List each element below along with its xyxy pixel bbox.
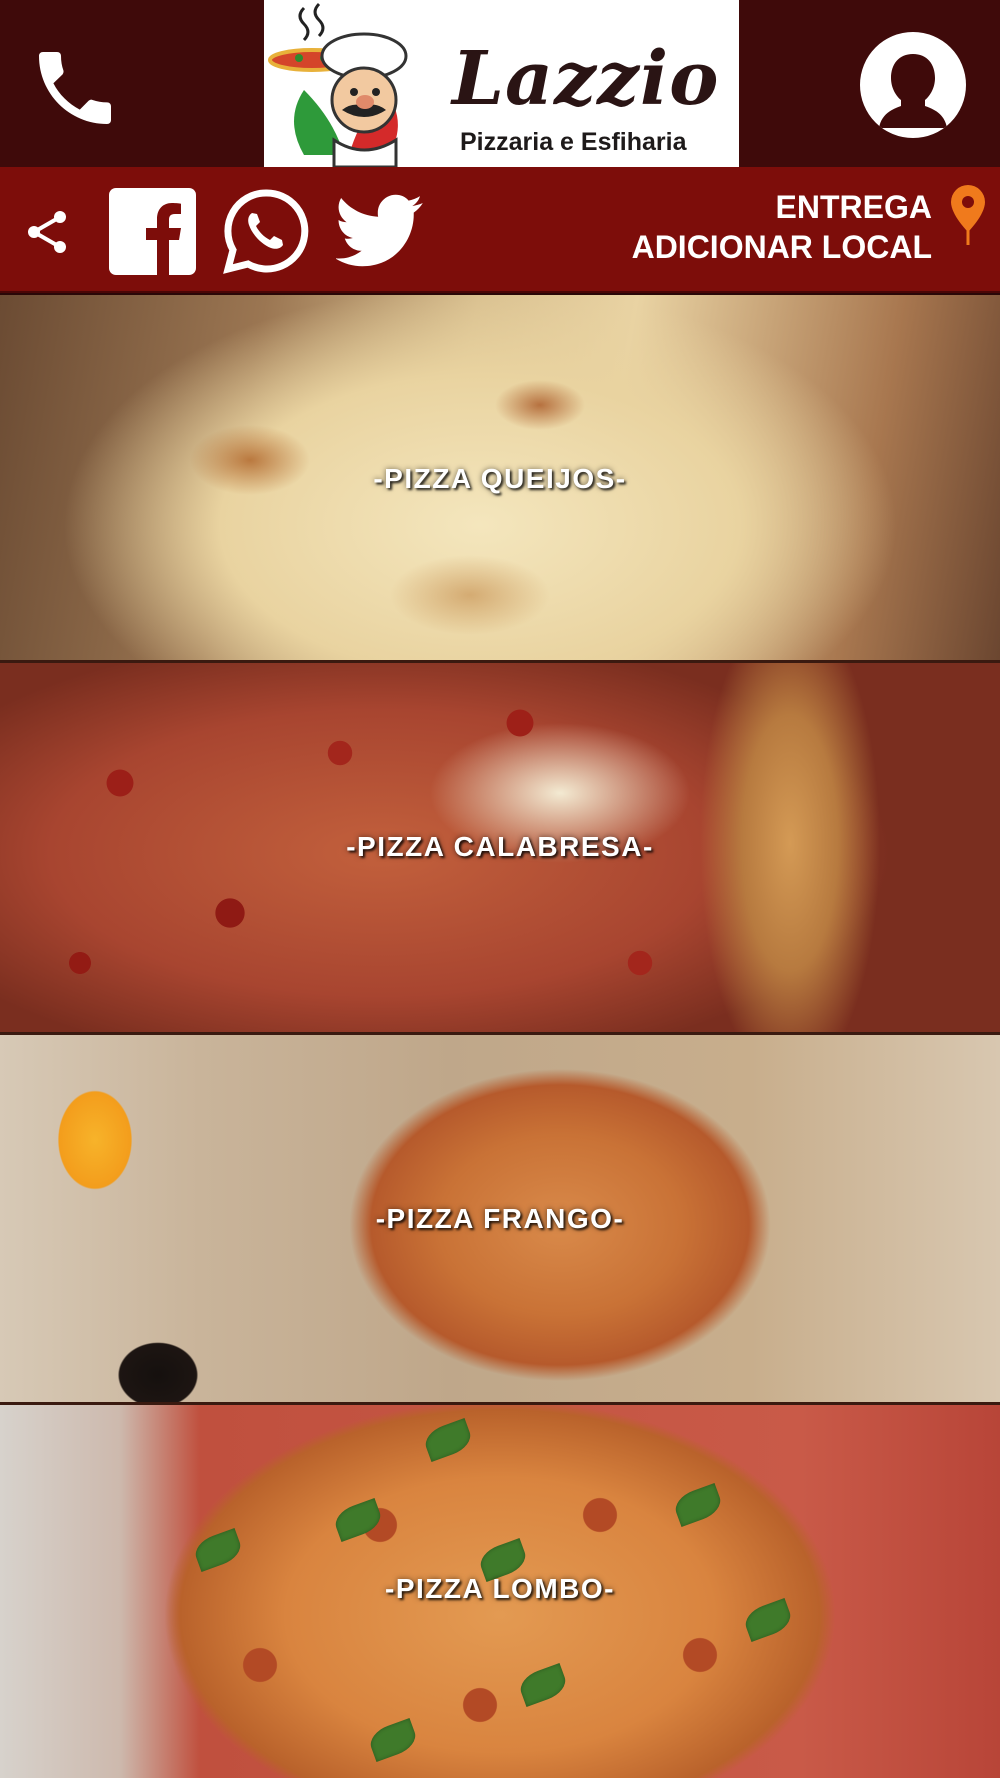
basil-leaf (421, 1418, 475, 1462)
user-profile-icon (879, 54, 947, 128)
facebook-icon (146, 203, 181, 275)
category-pizza-frango[interactable]: -PIZZA FRANGO- (0, 1035, 1000, 1405)
category-label: -PIZZA QUEIJOS- (373, 463, 627, 494)
logo[interactable]: Lazzio Pizzaria e Esfiharia (264, 0, 739, 167)
logo-name: Lazzio (452, 36, 720, 122)
top-bar: Lazzio Pizzaria e Esfiharia (0, 0, 1000, 167)
basil-leaf (366, 1718, 420, 1762)
basil-leaf (671, 1483, 725, 1527)
category-label: -PIZZA LOMBO- (385, 1573, 615, 1604)
social-bar: ENTREGA ADICIONAR LOCAL (0, 167, 1000, 293)
category-pizza-queijos[interactable]: -PIZZA QUEIJOS- (0, 295, 1000, 663)
category-label: -PIZZA CALABRESA- (346, 831, 654, 862)
twitter-button[interactable] (334, 193, 424, 269)
delivery-label: ENTREGA (775, 189, 932, 225)
phone-icon (39, 52, 111, 124)
delivery-location-button[interactable]: ENTREGA ADICIONAR LOCAL (632, 187, 932, 267)
logo-tagline: Pizzaria e Esfiharia (460, 128, 687, 156)
whatsapp-button[interactable] (222, 187, 310, 275)
add-location-label: ADICIONAR LOCAL (631, 229, 932, 265)
twitter-icon (334, 194, 423, 267)
category-label: -PIZZA FRANGO- (375, 1203, 625, 1234)
phone-button[interactable] (20, 33, 130, 143)
facebook-button[interactable] (109, 188, 196, 275)
share-button[interactable] (22, 207, 72, 257)
category-pizza-calabresa[interactable]: -PIZZA CALABRESA- (0, 663, 1000, 1035)
basil-leaf (191, 1528, 245, 1572)
basil-leaf (516, 1663, 570, 1707)
share-icon (28, 211, 66, 253)
basil-leaf (331, 1498, 385, 1542)
chef-mascot-icon (268, 2, 408, 167)
location-pin-icon[interactable] (948, 183, 988, 247)
profile-button[interactable] (860, 32, 966, 138)
whatsapp-icon (223, 189, 309, 274)
category-pizza-lombo[interactable]: -PIZZA LOMBO- (0, 1405, 1000, 1778)
